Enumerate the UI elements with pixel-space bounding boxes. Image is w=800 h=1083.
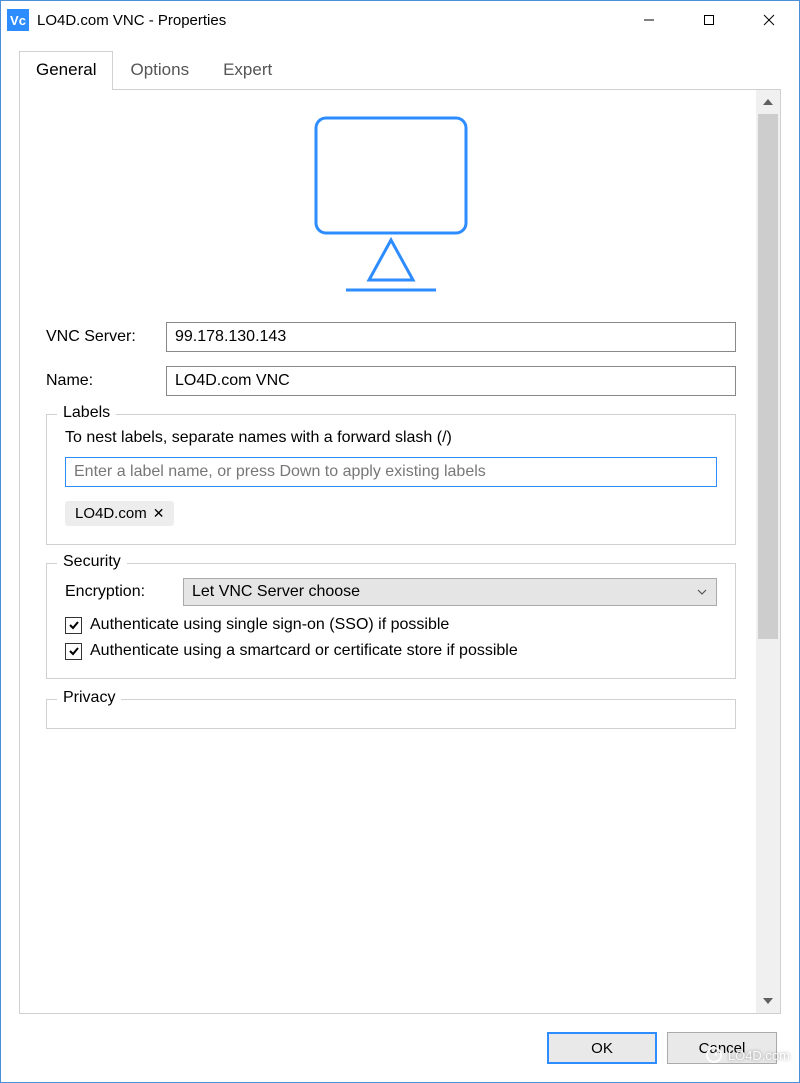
sso-checkbox[interactable] xyxy=(65,617,82,634)
tab-options[interactable]: Options xyxy=(113,51,206,90)
tab-general[interactable]: General xyxy=(19,51,113,90)
privacy-group: Privacy xyxy=(46,699,736,729)
close-button[interactable] xyxy=(739,1,799,39)
monitor-icon xyxy=(46,108,736,298)
vnc-server-row: VNC Server: xyxy=(46,322,736,352)
label-chip[interactable]: LO4D.com ✕ xyxy=(65,501,174,526)
tab-content: VNC Server: Name: Labels To nest labels,… xyxy=(19,90,781,1014)
smartcard-label: Authenticate using a smartcard or certif… xyxy=(90,642,518,660)
vnc-server-label: VNC Server: xyxy=(46,328,166,346)
privacy-group-title: Privacy xyxy=(57,689,121,707)
titlebar: Vc LO4D.com VNC - Properties xyxy=(1,1,799,39)
scroll-up-button[interactable] xyxy=(756,90,780,114)
app-icon: Vc xyxy=(7,9,29,31)
name-label: Name: xyxy=(46,372,166,390)
check-icon xyxy=(68,645,80,657)
close-icon[interactable]: ✕ xyxy=(153,505,165,522)
window-controls xyxy=(619,1,799,39)
encryption-label: Encryption: xyxy=(65,583,183,601)
scroll-down-button[interactable] xyxy=(756,989,780,1013)
vertical-scrollbar[interactable] xyxy=(756,90,780,1013)
smartcard-checkbox-row[interactable]: Authenticate using a smartcard or certif… xyxy=(65,642,717,660)
encryption-value: Let VNC Server choose xyxy=(192,583,360,601)
tab-expert[interactable]: Expert xyxy=(206,51,289,90)
smartcard-checkbox[interactable] xyxy=(65,643,82,660)
labels-chip-row: LO4D.com ✕ xyxy=(65,501,717,526)
ok-button[interactable]: OK xyxy=(547,1032,657,1064)
content-scroll: VNC Server: Name: Labels To nest labels,… xyxy=(20,90,756,1013)
encryption-dropdown[interactable]: Let VNC Server choose xyxy=(183,578,717,606)
minimize-button[interactable] xyxy=(619,1,679,39)
scrollbar-track[interactable] xyxy=(756,114,780,989)
properties-window: Vc LO4D.com VNC - Properties General Opt… xyxy=(0,0,800,1083)
chevron-down-icon xyxy=(696,588,708,596)
scrollbar-thumb[interactable] xyxy=(758,114,778,639)
check-icon xyxy=(68,619,80,631)
security-group: Security Encryption: Let VNC Server choo… xyxy=(46,563,736,679)
sso-checkbox-row[interactable]: Authenticate using single sign-on (SSO) … xyxy=(65,616,717,634)
name-row: Name: xyxy=(46,366,736,396)
encryption-row: Encryption: Let VNC Server choose xyxy=(65,578,717,606)
sso-label: Authenticate using single sign-on (SSO) … xyxy=(90,616,449,634)
window-title: LO4D.com VNC - Properties xyxy=(37,12,619,29)
security-group-title: Security xyxy=(57,553,127,571)
dialog-footer: OK Cancel xyxy=(1,1014,799,1082)
labels-group-title: Labels xyxy=(57,404,116,422)
vnc-server-input[interactable] xyxy=(166,322,736,352)
maximize-button[interactable] xyxy=(679,1,739,39)
name-input[interactable] xyxy=(166,366,736,396)
tab-strip: General Options Expert xyxy=(1,39,799,90)
labels-hint: To nest labels, separate names with a fo… xyxy=(65,429,717,447)
cancel-button[interactable]: Cancel xyxy=(667,1032,777,1064)
label-chip-text: LO4D.com xyxy=(75,505,147,522)
labels-group: Labels To nest labels, separate names wi… xyxy=(46,414,736,545)
labels-input[interactable] xyxy=(65,457,717,487)
